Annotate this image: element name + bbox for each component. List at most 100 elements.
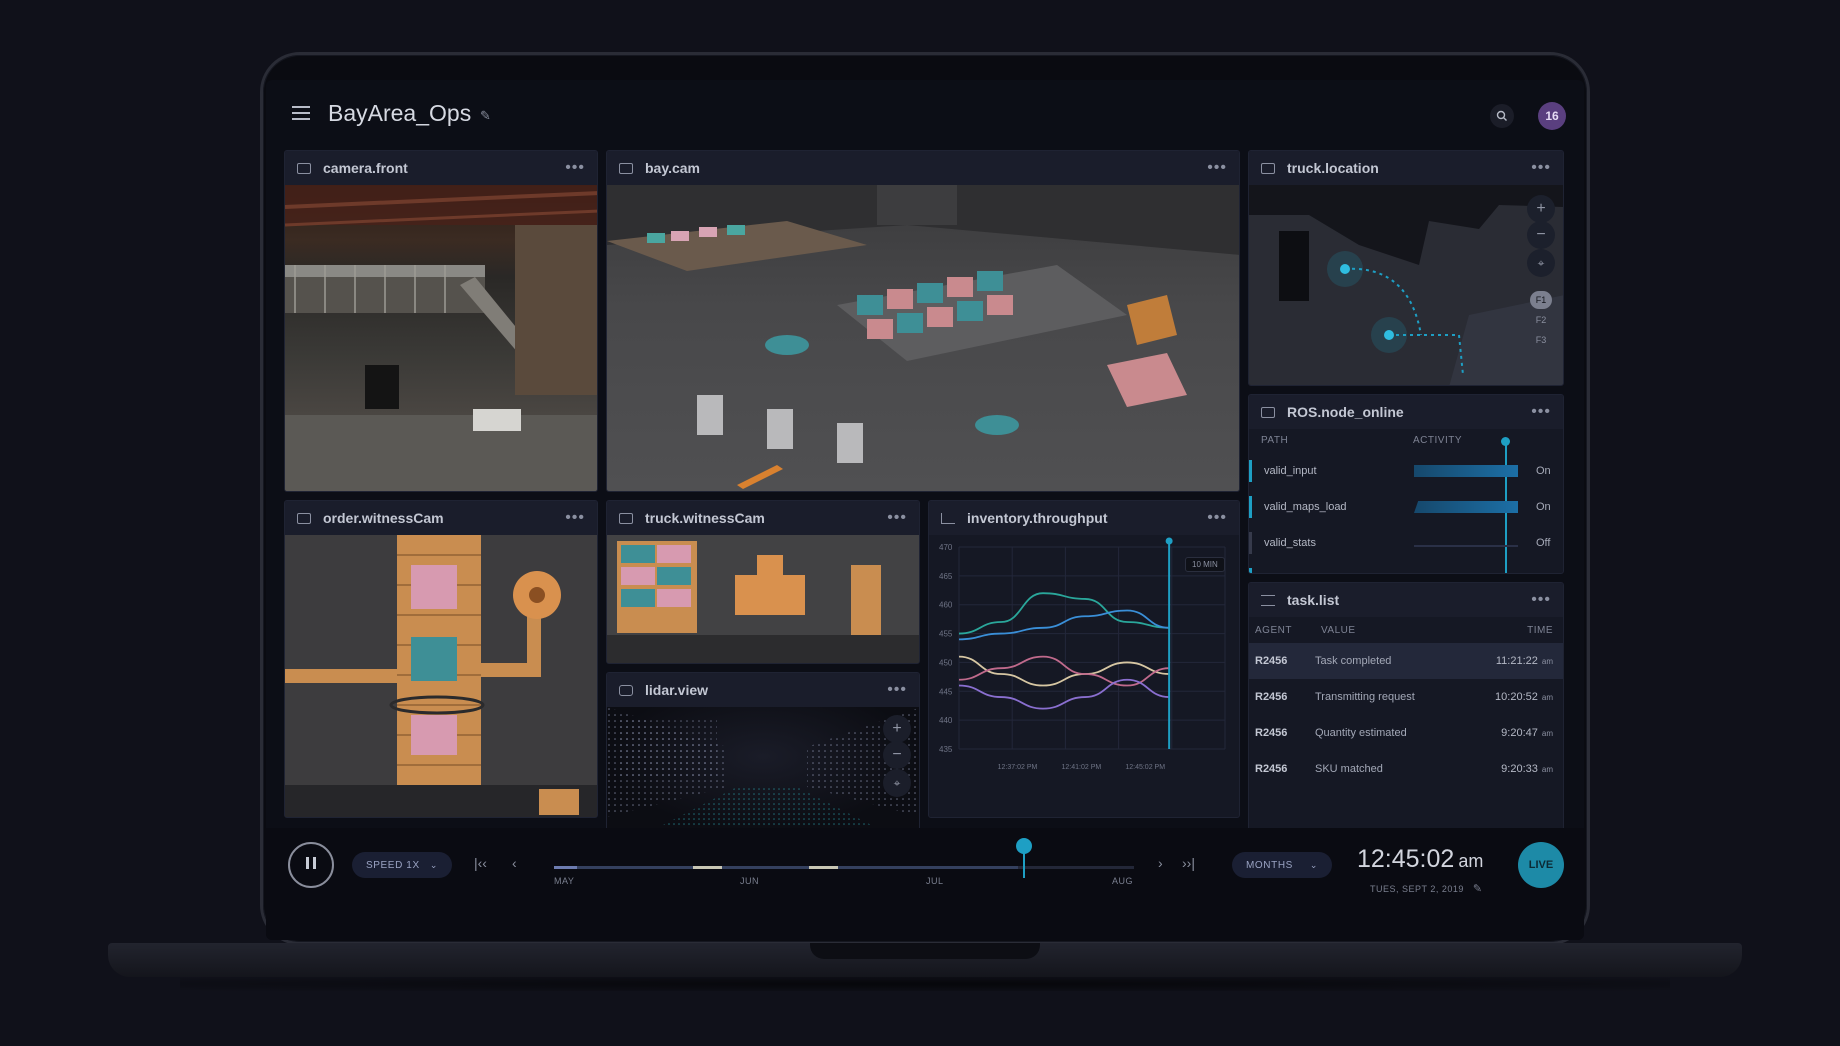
more-options-icon[interactable]: ••• [1207, 509, 1227, 527]
chevron-down-icon: ⌄ [1309, 859, 1318, 870]
workspace-title[interactable]: BayArea_Ops [328, 100, 471, 127]
pause-button[interactable] [288, 842, 334, 888]
skip-forward-icon[interactable]: ››| [1182, 855, 1195, 871]
search-button[interactable] [1490, 104, 1514, 128]
task-agent: R2456 [1255, 691, 1288, 703]
lidar-zoom-out-button[interactable]: − [883, 741, 911, 769]
date-value: TUES, SEPT 2, 2019 [1370, 884, 1464, 894]
y-tick-label: 455 [939, 630, 953, 639]
locate-icon[interactable]: ⌖ [883, 769, 911, 797]
current-date: TUES, SEPT 2, 2019 ✎ [1370, 882, 1483, 895]
panel-order-witnesscam: order.witnessCam ••• [284, 500, 598, 818]
cube-icon [619, 684, 633, 696]
step-back-icon[interactable]: ‹ [512, 855, 517, 871]
lidar-point-cloud[interactable]: + − ⌖ [607, 707, 919, 831]
x-tick-label: 12:37:02 PM [998, 764, 1038, 771]
lidar-zoom-in-button[interactable]: + [883, 715, 911, 743]
table-row[interactable]: R2456 Task completed 11:21:22 am [1249, 643, 1563, 679]
order-witness-feed[interactable] [285, 535, 597, 817]
panel-task-list: task.list ••• AGENT VALUE TIME R2456 Tas… [1248, 582, 1564, 832]
task-time-value: 11:21:22 [1495, 655, 1538, 667]
ros-path: is_localized [1264, 573, 1404, 574]
range-select[interactable]: MONTHS ⌄ [1232, 852, 1332, 878]
task-value: Transmitting request [1315, 691, 1415, 703]
app-screen: BayArea_Ops ✎ 16 camera.front ••• bay.ca… [266, 80, 1584, 940]
time-window-badge[interactable]: 10 MIN [1185, 557, 1225, 572]
speed-select[interactable]: SPEED 1X ⌄ [352, 852, 452, 878]
task-time-value: 9:20:33 [1501, 763, 1538, 775]
pause-icon [304, 856, 318, 874]
more-options-icon[interactable]: ••• [887, 509, 907, 527]
avatar[interactable]: 16 [1538, 102, 1566, 130]
panel-title: truck.location [1287, 160, 1379, 176]
panel-bay-cam: bay.cam ••• [606, 150, 1240, 492]
panel-header: inventory.throughput ••• [929, 501, 1239, 535]
y-tick-label: 435 [939, 745, 953, 754]
y-tick-label: 450 [939, 658, 953, 667]
floor-f2-button[interactable]: F2 [1530, 311, 1552, 329]
list-item[interactable]: is_localized On [1249, 561, 1561, 574]
chevron-down-icon: ⌄ [429, 859, 438, 870]
more-options-icon[interactable]: ••• [565, 509, 585, 527]
status-badge: Off [1536, 537, 1551, 549]
live-button[interactable]: LIVE [1518, 842, 1564, 888]
timeline-track[interactable] [554, 866, 1134, 869]
panel-truck-location: truck.location ••• + − ⌖ F1 F2 F3 [1248, 150, 1564, 386]
activity-bar [1414, 535, 1518, 551]
table-row[interactable]: R2456 SKU matched 9:20:33 am [1249, 751, 1563, 787]
list-item[interactable]: valid_stats Off [1249, 525, 1561, 561]
column-value: VALUE [1321, 625, 1356, 636]
activity-cursor-handle[interactable] [1501, 437, 1510, 446]
more-options-icon[interactable]: ••• [887, 681, 907, 699]
more-options-icon[interactable]: ••• [1207, 159, 1227, 177]
truck-witness-feed[interactable] [607, 535, 919, 663]
panel-header: bay.cam ••• [607, 151, 1239, 185]
more-options-icon[interactable]: ••• [1531, 159, 1551, 177]
conveyor-scene [285, 535, 597, 817]
locate-icon[interactable]: ⌖ [1527, 249, 1555, 277]
camera-front-feed[interactable] [285, 185, 597, 491]
bay-cam-feed[interactable] [607, 185, 1239, 491]
floor-f1-button[interactable]: F1 [1530, 291, 1552, 309]
map-zoom-in-button[interactable]: + [1527, 195, 1555, 223]
floor-map [1249, 185, 1563, 385]
robotic-bay-scene [607, 185, 1239, 489]
task-agent: R2456 [1255, 763, 1288, 775]
more-options-icon[interactable]: ••• [1531, 403, 1551, 421]
floor-f3-button[interactable]: F3 [1530, 331, 1552, 349]
table-row[interactable]: R2456 Transmitting request 10:20:52 am [1249, 679, 1563, 715]
column-activity: ACTIVITY [1413, 435, 1463, 446]
column-agent: AGENT [1255, 625, 1292, 636]
task-time-ampm: am [1541, 765, 1553, 774]
table-row[interactable]: R2456 Quantity estimated 9:20:47 am [1249, 715, 1563, 751]
task-value: SKU matched [1315, 763, 1383, 775]
more-options-icon[interactable]: ••• [565, 159, 585, 177]
status-indicator [1249, 568, 1252, 573]
month-label: JUL [926, 876, 944, 886]
status-indicator [1249, 460, 1252, 482]
step-forward-icon[interactable]: › [1158, 855, 1163, 871]
status-badge: On [1536, 501, 1551, 513]
pencil-icon[interactable]: ✎ [480, 108, 491, 124]
truck-location-map[interactable]: + − ⌖ F1 F2 F3 [1249, 185, 1563, 385]
pencil-icon[interactable]: ✎ [1473, 883, 1483, 895]
search-icon [1496, 110, 1507, 121]
hamburger-menu-icon[interactable] [292, 106, 310, 120]
ros-path: valid_maps_load [1264, 501, 1347, 513]
playhead-handle[interactable] [1015, 838, 1032, 854]
panel-inventory-throughput: inventory.throughput ••• 470 465 460 455 450… [928, 500, 1240, 818]
task-time: 9:20:33 am [1463, 763, 1563, 775]
column-time: TIME [1527, 625, 1553, 636]
series-line [958, 592, 1170, 635]
skip-back-icon[interactable]: |‹‹ [474, 855, 487, 871]
list-item[interactable]: valid_maps_load On [1249, 489, 1561, 525]
layers-icon [1261, 406, 1275, 418]
panel-title: task.list [1287, 592, 1340, 608]
map-zoom-out-button[interactable]: − [1527, 221, 1555, 249]
throughput-line-chart[interactable]: 470 465 460 455 450 445 440 435 12:37:02 PM 12:41… [929, 535, 1240, 818]
list-item[interactable]: valid_input On [1249, 453, 1561, 489]
image-icon [297, 162, 311, 174]
panel-lidar-view: lidar.view ••• + − ⌖ [606, 672, 920, 832]
status-indicator [1249, 496, 1252, 518]
more-options-icon[interactable]: ••• [1531, 591, 1551, 609]
